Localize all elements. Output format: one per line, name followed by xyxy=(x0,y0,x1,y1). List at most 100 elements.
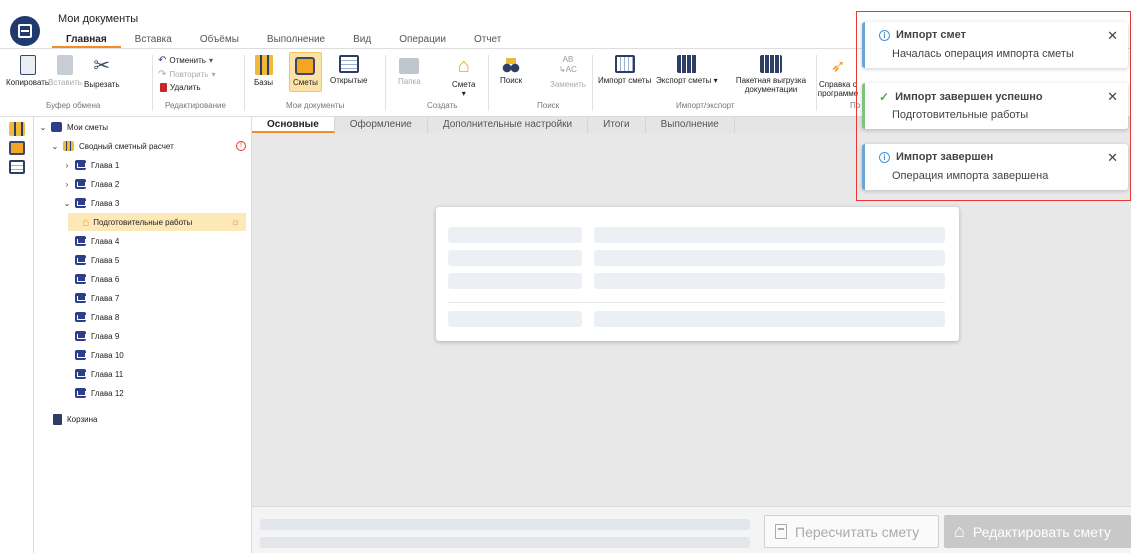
chevron-down-icon[interactable]: ⌄ xyxy=(38,123,48,132)
bases-rail-icon[interactable] xyxy=(9,122,25,136)
tree-node-chapter[interactable]: › Глава 1 xyxy=(62,156,119,174)
tree-node-chapter[interactable]: ⌄ Глава 3 xyxy=(62,194,119,212)
loading-card xyxy=(436,207,959,341)
folder-icon xyxy=(51,122,62,132)
tree-node-root[interactable]: ⌄ Мои сметы xyxy=(38,118,108,136)
undo-button[interactable]: ↶ Отменить ▾ xyxy=(158,55,213,66)
group-label-clipboard: Буфер обмена xyxy=(46,101,101,110)
chapter-icon xyxy=(75,312,86,322)
tab-basic[interactable]: Основные xyxy=(252,117,335,133)
chapter-icon xyxy=(75,331,86,341)
tab-advanced-settings[interactable]: Дополнительные настройки xyxy=(428,117,589,133)
app-logo-icon[interactable] xyxy=(10,16,40,46)
chapter-icon xyxy=(75,198,86,208)
notification-import-finished[interactable]: i Импорт завершен Операция импорта заверш… xyxy=(862,144,1128,190)
paste-button[interactable]: Вставить xyxy=(48,55,82,87)
opened-rail-icon[interactable] xyxy=(9,160,25,174)
delete-button[interactable]: Удалить xyxy=(160,83,201,92)
tree-node-chapter[interactable]: Глава 8 xyxy=(72,308,119,326)
replace-button[interactable]: AB ↳AC Заменить xyxy=(550,55,586,89)
tree-node-chapter[interactable]: Глава 10 xyxy=(72,346,124,364)
check-icon: ✓ xyxy=(879,90,890,104)
info-icon: i xyxy=(879,29,890,41)
info-icon: i xyxy=(879,151,890,163)
tab-report[interactable]: Отчет xyxy=(460,34,515,48)
tree-node-chapter[interactable]: Глава 6 xyxy=(72,270,119,288)
close-icon[interactable]: ✕ xyxy=(1107,150,1118,166)
chapter-icon xyxy=(75,350,86,360)
house-icon: ⌂ xyxy=(457,55,470,77)
recalc-button[interactable]: Пересчитать смету xyxy=(764,515,939,548)
new-estimate-button[interactable]: ⌂ Смета ▾ xyxy=(452,55,475,98)
chevron-down-icon[interactable]: ⌄ xyxy=(50,142,60,151)
copy-icon xyxy=(19,55,36,75)
redo-icon: ↷ xyxy=(158,69,167,80)
folder-icon xyxy=(399,58,420,74)
window-title: Мои документы xyxy=(58,13,139,25)
house-icon: ⌂ xyxy=(82,215,90,229)
opened-button[interactable]: Открытые xyxy=(330,55,367,85)
notification-import-success[interactable]: ✓ Импорт завершен успешно Подготовительны… xyxy=(862,83,1128,129)
edit-estimate-button[interactable]: ⌂ Редактировать смету xyxy=(944,515,1131,548)
tree-node-chapter[interactable]: Глава 11 xyxy=(72,365,123,383)
tree-node-chapter[interactable]: Глава 4 xyxy=(72,232,119,250)
batch-export-button[interactable]: Пакетная выгрузка документации xyxy=(732,55,810,94)
batch-export-icon xyxy=(760,55,782,73)
import-estimate-button[interactable]: Импорт сметы xyxy=(598,55,651,85)
tab-view[interactable]: Вид xyxy=(339,34,385,48)
chevron-right-icon[interactable]: › xyxy=(62,161,72,170)
bases-button[interactable]: Базы xyxy=(254,55,273,87)
tree-node-chapter[interactable]: Глава 12 xyxy=(72,384,124,402)
copy-button[interactable]: Копировать xyxy=(6,55,49,87)
cut-button[interactable]: ✂ Вырезать xyxy=(84,55,120,89)
chapter-icon xyxy=(75,388,86,398)
house-icon: ⌂ xyxy=(954,521,965,541)
tree-node-chapter[interactable]: › Глава 2 xyxy=(62,175,119,193)
tab-execution-content[interactable]: Выполнение xyxy=(646,117,735,133)
tree-node-chapter[interactable]: Глава 5 xyxy=(72,251,119,269)
group-label-importexport: Импорт/экспорт xyxy=(676,101,735,110)
group-label-editing: Редактирование xyxy=(165,101,226,110)
rocket-icon: ➶ xyxy=(830,56,846,76)
tab-totals[interactable]: Итоги xyxy=(588,117,646,133)
tab-design[interactable]: Оформление xyxy=(335,117,428,133)
undo-icon: ↶ xyxy=(158,55,167,66)
sun-icon: ☼ xyxy=(230,216,240,228)
briefcase-icon xyxy=(295,57,316,75)
chevron-down-icon[interactable]: ⌄ xyxy=(62,199,72,208)
document-tree: ⌄ Мои сметы ⌄ Сводный сметный расчет ! ›… xyxy=(34,117,252,553)
chapter-icon xyxy=(75,293,86,303)
ribbon-tabs: Главная Вставка Объёмы Выполнение Вид Оп… xyxy=(52,34,515,48)
close-icon[interactable]: ✕ xyxy=(1107,89,1118,105)
estimates-button[interactable]: Сметы xyxy=(289,52,322,92)
tree-node-summary[interactable]: ⌄ Сводный сметный расчет ! xyxy=(50,137,246,155)
tab-execution[interactable]: Выполнение xyxy=(253,34,339,48)
tab-volumes[interactable]: Объёмы xyxy=(186,34,253,48)
bottom-bar: Пересчитать смету ⌂ Редактировать смету xyxy=(252,506,1131,553)
chapter-icon xyxy=(75,236,86,246)
tree-node-chapter[interactable]: Глава 7 xyxy=(72,289,119,307)
close-icon[interactable]: ✕ xyxy=(1107,28,1118,44)
tab-operations[interactable]: Операции xyxy=(385,34,460,48)
group-label-search: Поиск xyxy=(537,101,560,110)
group-label-mydocs: Мои документы xyxy=(286,101,345,110)
export-icon xyxy=(676,55,697,73)
tree-node-selected[interactable]: ⌂ Подготовительные работы ☼ xyxy=(68,213,246,231)
summary-icon xyxy=(63,141,74,151)
tab-insert[interactable]: Вставка xyxy=(121,34,186,48)
window-list-icon xyxy=(338,55,359,73)
tab-home[interactable]: Главная xyxy=(52,34,121,48)
binoculars-icon xyxy=(502,55,521,73)
paste-icon xyxy=(56,55,73,75)
books-icon xyxy=(254,55,273,75)
tree-node-chapter[interactable]: Глава 9 xyxy=(72,327,119,345)
new-folder-button[interactable]: Папка xyxy=(398,55,421,86)
search-button[interactable]: Поиск xyxy=(500,55,522,85)
chevron-right-icon[interactable]: › xyxy=(62,180,72,189)
estimates-rail-icon[interactable] xyxy=(9,141,25,155)
notification-import-started[interactable]: i Импорт смет Началась операция импорта с… xyxy=(862,22,1128,68)
tree-node-trash[interactable]: Корзина xyxy=(50,410,97,428)
about-button[interactable]: ➶ Справка о программе xyxy=(818,55,859,98)
export-estimate-button[interactable]: Экспорт сметы ▾ xyxy=(656,55,718,85)
redo-button[interactable]: ↷ Повторить ▾ xyxy=(158,69,215,80)
